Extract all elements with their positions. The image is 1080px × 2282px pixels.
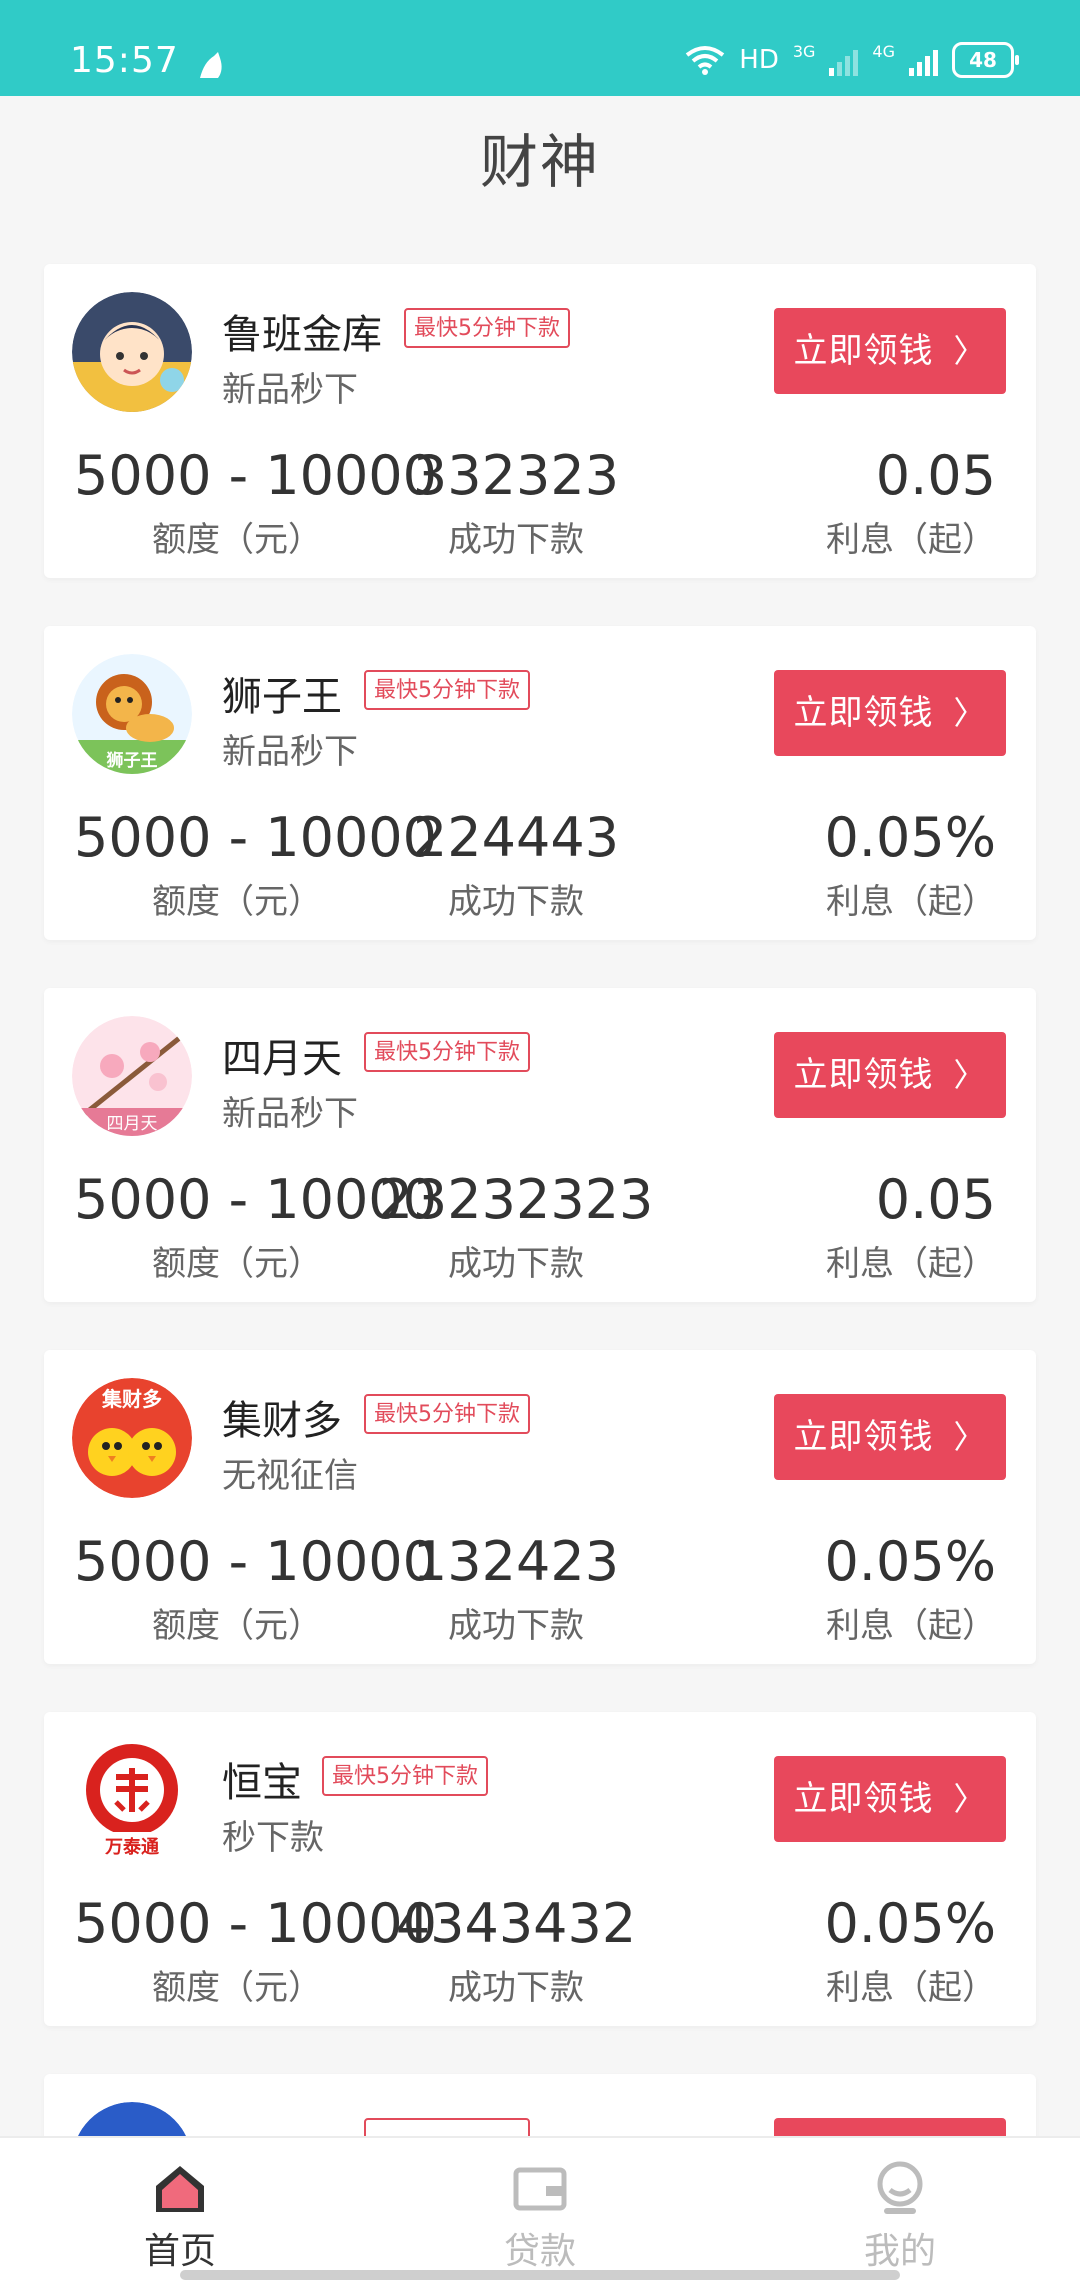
- get-money-label: 立即领钱: [793, 693, 934, 733]
- chicks-logo-text: 集财多: [101, 1387, 162, 1411]
- lender-name: 鲁班金库: [222, 312, 382, 358]
- amount-label: 额度（元）: [152, 1244, 322, 1284]
- blossom-logo-icon: 四月天: [72, 1016, 192, 1136]
- loan-card[interactable]: 集财多 集财多 最快5分钟下款 无视征信 立即领钱〉 5000 - 10000 …: [44, 1350, 1036, 1664]
- success-count: 23232323: [378, 1168, 654, 1231]
- wallet-icon: [513, 2167, 567, 2211]
- speed-badge: [364, 2118, 530, 2136]
- loan-list[interactable]: 鲁班金库 最快5分钟下款 新品秒下 立即领钱〉 5000 - 10000 额度（…: [0, 228, 1080, 2136]
- lender-subtitle: 无视征信: [222, 1456, 358, 1496]
- chevron-right-icon: 〉: [953, 1418, 987, 1456]
- get-money-button[interactable]: 立即领钱〉: [774, 308, 1006, 394]
- success-label: 成功下款: [448, 1968, 584, 2008]
- wifi-icon: [686, 46, 725, 75]
- get-money-button[interactable]: 立即领钱〉: [774, 1394, 1006, 1480]
- lion-logo-icon: 狮子王: [72, 654, 192, 774]
- amount-label: 额度（元）: [152, 1606, 322, 1646]
- home-icon: [156, 2166, 204, 2212]
- status-time: 15:57: [70, 40, 179, 81]
- bottom-nav: 首页 贷款 我的: [0, 2136, 1080, 2282]
- interest-rate: 0.05%: [824, 1892, 996, 1955]
- interest-label: 利息（起）: [826, 1968, 996, 2008]
- chicks-logo-icon: 集财多: [72, 1378, 192, 1498]
- speed-badge: 最快5分钟下款: [322, 1756, 488, 1796]
- loan-card-partial[interactable]: [44, 2074, 1036, 2136]
- speed-badge: 最快5分钟下款: [364, 1032, 530, 1072]
- get-money-button[interactable]: 立即领钱〉: [774, 670, 1006, 756]
- get-money-button[interactable]: 立即领钱〉: [774, 1032, 1006, 1118]
- signal-3g-icon: [829, 44, 859, 76]
- page-title: 财神: [479, 128, 600, 196]
- interest-rate: 0.05: [875, 444, 996, 507]
- tab-loans[interactable]: 贷款: [360, 2138, 720, 2282]
- loan-card[interactable]: 万泰通 恒宝 最快5分钟下款 秒下款 立即领钱〉 5000 - 10000 额度…: [44, 1712, 1036, 2026]
- success-count: 224443: [412, 806, 620, 869]
- chevron-right-icon: 〉: [953, 1780, 987, 1818]
- app-header: 财神: [0, 96, 1080, 228]
- get-money-button[interactable]: [774, 2118, 1006, 2136]
- get-money-button[interactable]: 立即领钱〉: [774, 1756, 1006, 1842]
- net-4g-label: 4G: [872, 42, 895, 61]
- loan-card[interactable]: 狮子王 狮子王 最快5分钟下款 新品秒下 立即领钱〉 5000 - 10000 …: [44, 626, 1036, 940]
- success-count: 132423: [412, 1530, 620, 1593]
- interest-label: 利息（起）: [826, 1244, 996, 1284]
- interest-label: 利息（起）: [826, 882, 996, 922]
- chevron-right-icon: 〉: [953, 332, 987, 370]
- status-bar: 15:57 HD 3G 4G 48: [0, 0, 1080, 96]
- lender-subtitle: 秒下款: [222, 1818, 324, 1858]
- lender-subtitle: 新品秒下: [222, 732, 358, 772]
- tab-profile-label: 我的: [863, 2231, 936, 2272]
- get-money-label: 立即领钱: [793, 1417, 934, 1457]
- net-3g-label: 3G: [792, 42, 816, 61]
- tab-home[interactable]: 首页: [0, 2138, 360, 2282]
- lender-subtitle: 新品秒下: [222, 1094, 358, 1134]
- chevron-right-icon: 〉: [953, 694, 987, 732]
- interest-label: 利息（起）: [826, 1606, 996, 1646]
- battery-icon: 48: [952, 42, 1019, 78]
- interest-rate: 0.05: [875, 1168, 996, 1231]
- cartoon-girl-logo-icon: [72, 292, 192, 412]
- seal-logo-text: 万泰通: [104, 1836, 159, 1858]
- success-label: 成功下款: [448, 520, 584, 560]
- get-money-label: 立即领钱: [793, 1779, 934, 1819]
- amount-label: 额度（元）: [152, 520, 322, 560]
- status-icons: HD 3G 4G 48: [685, 42, 1019, 78]
- amount-label: 额度（元）: [152, 1968, 322, 2008]
- speed-badge: 最快5分钟下款: [364, 1394, 530, 1434]
- success-label: 成功下款: [448, 1244, 584, 1284]
- interest-rate: 0.05%: [824, 1530, 996, 1593]
- blossom-logo-text: 四月天: [107, 1114, 158, 1134]
- loan-card[interactable]: 鲁班金库 最快5分钟下款 新品秒下 立即领钱〉 5000 - 10000 额度（…: [44, 264, 1036, 578]
- lion-logo-text: 狮子王: [106, 750, 158, 771]
- interest-label: 利息（起）: [826, 520, 996, 560]
- seal-logo-icon: 万泰通: [72, 1740, 192, 1860]
- profile-icon: [877, 2161, 923, 2214]
- success-count: 332323: [412, 444, 620, 507]
- lender-name: 狮子王: [222, 674, 342, 720]
- lender-name: 集财多: [222, 1398, 342, 1444]
- tab-loans-label: 贷款: [503, 2231, 576, 2272]
- chevron-right-icon: 〉: [953, 1056, 987, 1094]
- hd-indicator: HD: [739, 45, 779, 75]
- success-label: 成功下款: [448, 882, 584, 922]
- tab-profile[interactable]: 我的: [720, 2138, 1080, 2282]
- success-label: 成功下款: [448, 1606, 584, 1646]
- success-count: 4343432: [395, 1892, 637, 1955]
- get-money-label: 立即领钱: [793, 1055, 934, 1095]
- signal-4g-icon: [909, 44, 938, 76]
- amount-label: 额度（元）: [152, 882, 322, 922]
- get-money-label: 立即领钱: [793, 331, 934, 371]
- home-indicator[interactable]: [180, 2270, 900, 2280]
- partial-logo-icon: [72, 2102, 192, 2136]
- speed-badge: 最快5分钟下款: [364, 670, 530, 710]
- speed-badge: 最快5分钟下款: [404, 308, 570, 348]
- notification-icon: [200, 52, 222, 78]
- lender-name: 恒宝: [222, 1760, 302, 1806]
- loan-card[interactable]: 四月天 四月天 最快5分钟下款 新品秒下 立即领钱〉 5000 - 10000 …: [44, 988, 1036, 1302]
- tab-home-label: 首页: [143, 2231, 216, 2272]
- lender-subtitle: 新品秒下: [222, 370, 358, 410]
- lender-name: 四月天: [222, 1036, 342, 1082]
- interest-rate: 0.05%: [824, 806, 996, 869]
